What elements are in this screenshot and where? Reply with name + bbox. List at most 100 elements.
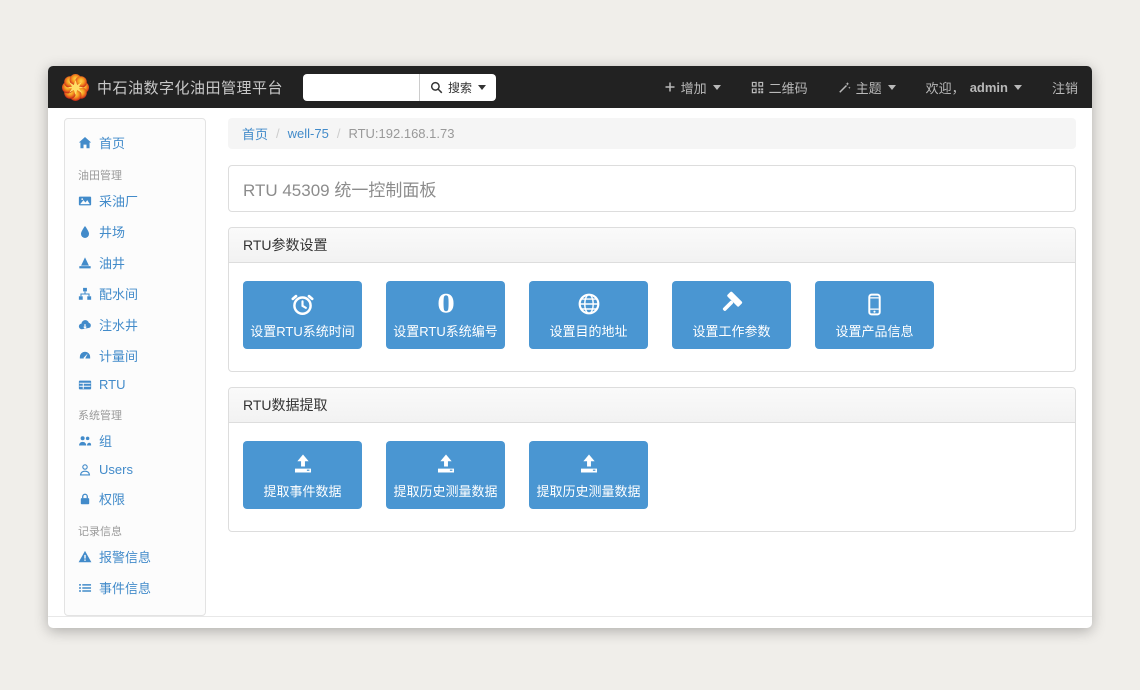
- navbar-item-logout[interactable]: 注销: [1052, 78, 1078, 97]
- search-icon: [430, 81, 443, 94]
- sidebar-item-label: 井场: [99, 222, 125, 241]
- table-icon: [78, 378, 92, 392]
- sidebar-item-group[interactable]: 组: [65, 425, 205, 456]
- tile-button-label: 设置产品信息: [835, 321, 913, 340]
- panel-title-rtu-params: RTU参数设置: [229, 228, 1075, 263]
- sidebar-item-label: RTU: [99, 377, 125, 392]
- sidebar-item-plant[interactable]: 采油厂: [65, 185, 205, 216]
- tile-button-set-time[interactable]: 设置RTU系统时间: [243, 281, 362, 349]
- sidebar-item-label: 首页: [99, 133, 125, 152]
- navbar-menu: 增加 二维码 主题 欢迎， admin 注销: [664, 78, 1078, 97]
- sidebar-item-metering[interactable]: 计量间: [65, 340, 205, 371]
- home-icon: [78, 136, 92, 150]
- user-icon: [78, 463, 92, 477]
- svg-text:0: 0: [437, 291, 454, 317]
- navbar-item-label: 增加: [681, 78, 707, 97]
- navbar-brand[interactable]: 中石油数字化油田管理平台: [62, 74, 283, 101]
- alarm-clock-icon: [289, 290, 316, 318]
- tile-button-extract-history-1[interactable]: 提取历史测量数据: [386, 441, 505, 509]
- wand-icon: [838, 81, 851, 94]
- page-title-panel: RTU 45309 统一控制面板: [228, 165, 1076, 212]
- page-title: RTU 45309 统一控制面板: [243, 181, 436, 200]
- sidebar-item-label: Users: [99, 462, 133, 477]
- globe-icon: [576, 290, 602, 318]
- tile-button-set-number[interactable]: 0 设置RTU系统编号: [386, 281, 505, 349]
- derrick-icon: [78, 256, 92, 270]
- caret-down-icon: [478, 85, 486, 90]
- main-content: 首页/well-75/RTU:192.168.1.73 RTU 45309 统一…: [228, 118, 1076, 532]
- tile-button-set-product[interactable]: 设置产品信息: [815, 281, 934, 349]
- panels-container: RTU参数设置设置RTU系统时间0设置RTU系统编号设置目的地址设置工作参数设置…: [228, 227, 1076, 532]
- qrcode-icon: [751, 81, 764, 94]
- breadcrumb-current: RTU:192.168.1.73: [348, 126, 454, 141]
- sidebar-item-label: 配水间: [99, 284, 138, 303]
- sidebar-item-home[interactable]: 首页: [65, 127, 205, 158]
- panel-rtu-params: RTU参数设置设置RTU系统时间0设置RTU系统编号设置目的地址设置工作参数设置…: [228, 227, 1076, 372]
- footer: 中国石油数字化油田定制系统 v1.0 cAsic 中国航天科工海鹰集团监制: [48, 616, 1092, 628]
- breadcrumb-link: well-75: [288, 126, 329, 141]
- sidebar-item-label: 组: [99, 431, 112, 450]
- search-input[interactable]: [303, 74, 419, 101]
- search-button[interactable]: 搜索: [419, 74, 496, 101]
- sidebar-item-label: 事件信息: [99, 578, 151, 597]
- tile-button-set-work[interactable]: 设置工作参数: [672, 281, 791, 349]
- breadcrumb: 首页/well-75/RTU:192.168.1.73: [228, 118, 1076, 149]
- navbar: 中石油数字化油田管理平台 搜索 增加 二维码 主题 欢迎， admin 注销: [48, 66, 1092, 108]
- navbar-item-theme[interactable]: 主题: [838, 78, 896, 97]
- sidebar-section-system: 系统管理: [65, 398, 205, 425]
- sidebar-item-rtu[interactable]: RTU: [65, 371, 205, 398]
- navbar-item-add[interactable]: 增加: [664, 78, 721, 97]
- navbar-item-label: 欢迎，: [926, 78, 965, 97]
- sidebar: 首页油田管理采油厂井场油井配水间注水井计量间RTU系统管理组Users权限记录信…: [64, 118, 206, 616]
- sidebar-item-label: 采油厂: [99, 191, 138, 210]
- warning-icon: [78, 550, 92, 564]
- sidebar-item-label: 权限: [99, 489, 125, 508]
- sidebar-item-perms[interactable]: 权限: [65, 483, 205, 514]
- sidebar-item-label: 注水井: [99, 315, 138, 334]
- tile-button-label: 提取历史测量数据: [393, 481, 497, 500]
- sidebar-section-oilfield: 油田管理: [65, 158, 205, 185]
- list-icon: [78, 581, 92, 595]
- petrochina-logo-icon: [62, 74, 89, 101]
- panel-body-rtu-extract: 提取事件数据 提取历史测量数据 提取历史测量数据: [229, 423, 1075, 531]
- navbar-item-user[interactable]: 欢迎， admin: [926, 78, 1022, 97]
- hammer-icon: [719, 290, 745, 318]
- navbar-username: admin: [970, 80, 1008, 95]
- sitemap-icon: [78, 287, 92, 301]
- panel-body-rtu-params: 设置RTU系统时间 0 设置RTU系统编号 设置目的地址 设置工作参数 设置产品信息: [229, 263, 1075, 371]
- picture-icon: [78, 194, 92, 208]
- navbar-item-label: 注销: [1052, 78, 1078, 97]
- panel-title-rtu-extract: RTU数据提取: [229, 388, 1075, 423]
- sidebar-item-waterdist[interactable]: 配水间: [65, 278, 205, 309]
- navbar-item-label: 主题: [856, 78, 882, 97]
- sidebar-item-users[interactable]: Users: [65, 456, 205, 483]
- sidebar-item-injection[interactable]: 注水井: [65, 309, 205, 340]
- breadcrumb-link: 首页: [242, 124, 268, 143]
- tile-button-label: 设置目的地址: [549, 321, 627, 340]
- sidebar-item-oilwell[interactable]: 油井: [65, 247, 205, 278]
- zero-icon: 0: [433, 290, 459, 318]
- sidebar-item-events[interactable]: 事件信息: [65, 572, 205, 603]
- sidebar-item-label: 计量间: [99, 346, 138, 365]
- navbar-item-qrcode[interactable]: 二维码: [751, 78, 808, 97]
- tile-button-label: 设置工作参数: [692, 321, 770, 340]
- brand-title: 中石油数字化油田管理平台: [97, 77, 283, 98]
- sidebar-item-label: 报警信息: [99, 547, 151, 566]
- plus-icon: [664, 81, 676, 93]
- tile-button-extract-history-2[interactable]: 提取历史测量数据: [529, 441, 648, 509]
- caret-down-icon: [888, 85, 896, 90]
- app-window: 中石油数字化油田管理平台 搜索 增加 二维码 主题 欢迎， admin 注销 首页油田管理…: [48, 66, 1092, 628]
- upload-icon: [433, 450, 459, 478]
- gauge-icon: [78, 349, 92, 363]
- tile-button-label: 提取事件数据: [263, 481, 341, 500]
- sidebar-item-alarms[interactable]: 报警信息: [65, 541, 205, 572]
- navbar-item-label: 二维码: [769, 78, 808, 97]
- upload-icon: [576, 450, 602, 478]
- tile-button-extract-events[interactable]: 提取事件数据: [243, 441, 362, 509]
- tile-button-set-dest[interactable]: 设置目的地址: [529, 281, 648, 349]
- tile-button-label: 提取历史测量数据: [536, 481, 640, 500]
- caret-down-icon: [713, 85, 721, 90]
- tile-button-label: 设置RTU系统编号: [393, 321, 497, 340]
- lock-icon: [78, 492, 92, 506]
- sidebar-item-wellsite[interactable]: 井场: [65, 216, 205, 247]
